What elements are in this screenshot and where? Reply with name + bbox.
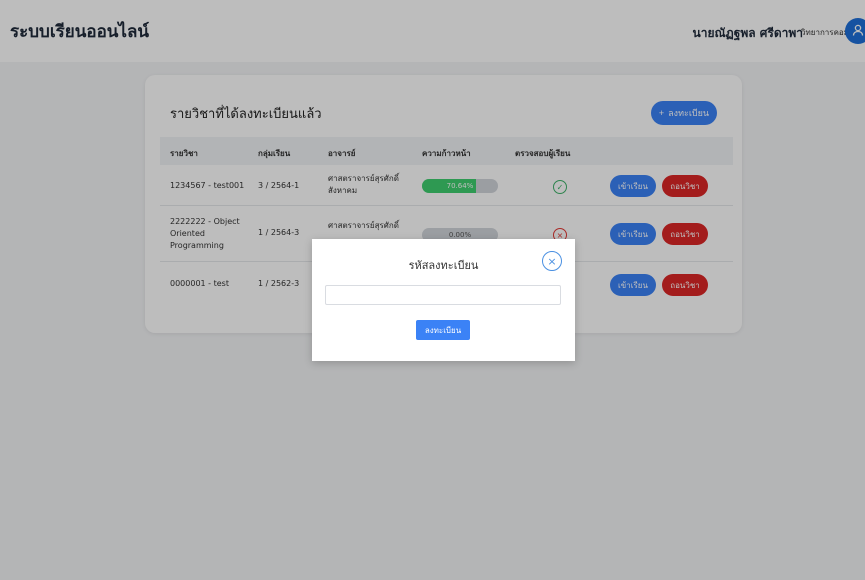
close-icon[interactable]: × [542, 251, 562, 271]
register-code-input[interactable] [325, 285, 561, 305]
register-code-modal: รหัสลงทะเบียน × ลงทะเบียน [312, 239, 575, 361]
modal-title: รหัสลงทะเบียน [408, 259, 479, 272]
submit-register-button[interactable]: ลงทะเบียน [416, 320, 470, 340]
